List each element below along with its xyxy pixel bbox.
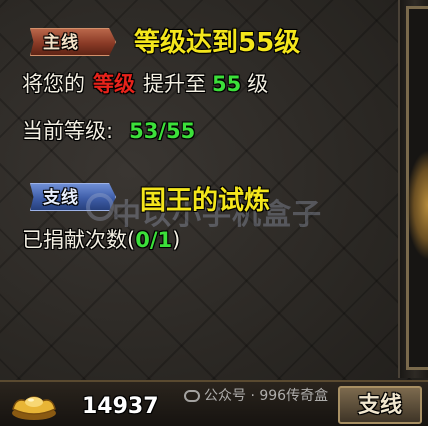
wechat-icon — [184, 390, 200, 402]
side-quest-title[interactable]: 国王的试炼 — [140, 180, 270, 217]
game-hud: 主线 等级达到55级 将您的 等级 提升至 55 级 当前等级: 53/55 支线 中以小… — [0, 0, 428, 426]
current-level-label: 当前等级: — [22, 119, 114, 143]
watermark-logo-icon — [86, 193, 114, 221]
gold-ingot-icon — [12, 396, 56, 420]
account-watermark-text: 公众号 · 996传奇盒 — [204, 388, 329, 404]
donate-label: 已捐献次数( — [22, 228, 136, 252]
requirement-target-level: 55 — [212, 72, 242, 96]
current-level-line: 当前等级: 53/55 — [22, 115, 195, 145]
requirement-prefix: 将您的 — [22, 72, 85, 96]
main-quest-requirement: 将您的 等级 提升至 55 级 — [22, 68, 268, 98]
requirement-middle: 提升至 — [143, 72, 206, 96]
account-watermark: 公众号 · 996传奇盒 — [184, 385, 328, 405]
main-quest-title[interactable]: 等级达到55级 — [134, 22, 300, 59]
side-quest-button[interactable]: 支线 — [338, 386, 422, 424]
right-panel-ornament — [406, 150, 428, 260]
current-level-value: 53/55 — [129, 119, 196, 143]
requirement-highlight: 等级 — [93, 72, 135, 96]
gold-amount: 14937 — [82, 394, 159, 419]
donate-count-line: 已捐献次数(0/1) — [22, 224, 180, 254]
donate-close: ) — [172, 228, 181, 252]
donate-count-value: 0/1 — [135, 228, 173, 252]
main-quest-tag[interactable]: 主线 — [30, 28, 116, 56]
requirement-suffix: 级 — [247, 72, 269, 96]
